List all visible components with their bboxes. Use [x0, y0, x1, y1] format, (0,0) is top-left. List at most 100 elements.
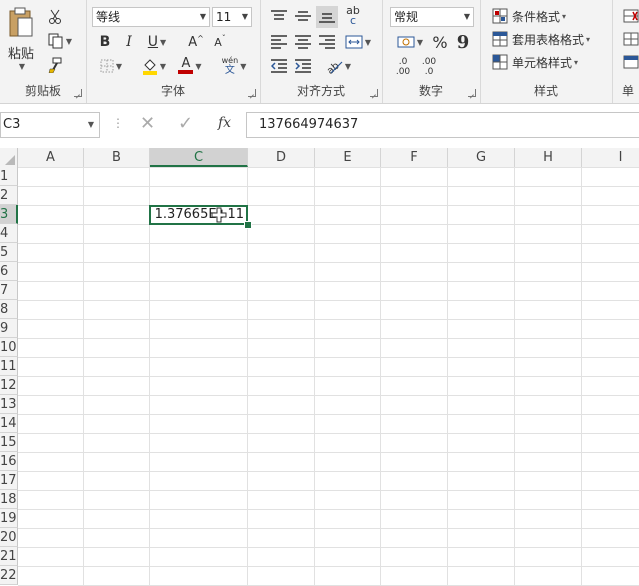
clipboard-launcher-icon[interactable]: [74, 89, 82, 97]
cell-styles-dropdown-icon[interactable]: ▾: [574, 58, 578, 67]
borders-button[interactable]: ▼: [94, 56, 128, 76]
align-middle-button[interactable]: [292, 6, 314, 26]
underline-button[interactable]: U ▼: [142, 32, 172, 52]
percent-button[interactable]: %: [430, 32, 450, 52]
align-bottom-button[interactable]: [316, 6, 338, 28]
format-as-table-dropdown-icon[interactable]: ▾: [586, 35, 590, 44]
accounting-dropdown-icon[interactable]: ▼: [417, 38, 423, 47]
phonetic-button[interactable]: wén 文 ▼: [216, 55, 252, 77]
row-header-20[interactable]: 20: [0, 528, 18, 547]
borders-dropdown-icon[interactable]: ▼: [116, 62, 122, 71]
fill-color-dropdown-icon[interactable]: ▼: [160, 62, 166, 71]
paste-button[interactable]: 粘贴 ▼: [2, 4, 40, 74]
increase-indent-button[interactable]: [292, 56, 314, 76]
number-format-select[interactable]: 常规 ▼: [390, 7, 474, 27]
font-size-dropdown-icon[interactable]: ▼: [242, 8, 248, 26]
font-size-select[interactable]: 11 ▼: [212, 7, 252, 27]
more-options-icon[interactable]: ⋮: [112, 116, 124, 130]
alignment-launcher-icon[interactable]: [370, 89, 378, 97]
copy-button[interactable]: ▼: [44, 32, 76, 50]
format-painter-button[interactable]: [46, 56, 64, 74]
row-header-18[interactable]: 18: [0, 490, 18, 509]
fill-color-button[interactable]: ▼: [138, 56, 170, 76]
row-header-21[interactable]: 21: [0, 547, 18, 566]
name-box[interactable]: C3 ▼: [0, 112, 100, 138]
align-left-button[interactable]: [268, 32, 290, 52]
cancel-icon[interactable]: ✕: [140, 113, 155, 134]
row-header-7[interactable]: 7: [0, 281, 18, 300]
format-as-table-button[interactable]: 套用表格格式 ▾: [492, 29, 612, 49]
conditional-dropdown-icon[interactable]: ▾: [562, 12, 566, 21]
italic-button[interactable]: I: [120, 32, 138, 52]
row-header-2[interactable]: 2: [0, 186, 18, 205]
column-header-c[interactable]: C: [150, 148, 248, 167]
font-color-button[interactable]: A ▼: [174, 56, 206, 76]
row-header-8[interactable]: 8: [0, 300, 18, 319]
insert-function-button[interactable]: fx: [218, 115, 231, 131]
delete-cells-button[interactable]: [622, 30, 639, 48]
active-cell-c3[interactable]: 1.37665E+11: [149, 205, 248, 225]
font-name-select[interactable]: 等线 ▼: [92, 7, 210, 27]
row-header-16[interactable]: 16: [0, 452, 18, 471]
row-header-1[interactable]: 1: [0, 167, 18, 186]
row-header-11[interactable]: 11: [0, 357, 18, 376]
select-all-button[interactable]: [0, 148, 18, 167]
row-header-4[interactable]: 4: [0, 224, 18, 243]
cells-area[interactable]: [18, 167, 639, 586]
paste-dropdown-icon[interactable]: ▼: [19, 62, 25, 71]
font-color-dropdown-icon[interactable]: ▼: [195, 62, 201, 71]
shrink-font-button[interactable]: Aˇ: [210, 32, 230, 52]
copy-dropdown-icon[interactable]: ▼: [66, 37, 72, 46]
column-header-d[interactable]: D: [248, 148, 315, 167]
row-header-22[interactable]: 22: [0, 566, 18, 585]
row-header-14[interactable]: 14: [0, 414, 18, 433]
formula-input[interactable]: 137664974637: [246, 112, 639, 138]
column-header-i[interactable]: I: [582, 148, 639, 167]
column-header-h[interactable]: H: [515, 148, 582, 167]
cut-button[interactable]: [46, 8, 64, 26]
fill-handle[interactable]: [244, 221, 252, 229]
align-center-button[interactable]: [292, 32, 314, 52]
align-top-button[interactable]: [268, 6, 290, 26]
row-header-6[interactable]: 6: [0, 262, 18, 281]
format-cells-button[interactable]: [622, 53, 639, 71]
number-launcher-icon[interactable]: [468, 89, 476, 97]
wrap-text-button[interactable]: ab c: [342, 4, 364, 28]
row-header-3[interactable]: 3: [0, 205, 18, 224]
number-format-dropdown-icon[interactable]: ▼: [464, 8, 470, 26]
font-launcher-icon[interactable]: [248, 89, 256, 97]
column-header-f[interactable]: F: [381, 148, 448, 167]
column-header-b[interactable]: B: [84, 148, 150, 167]
enter-icon[interactable]: ✓: [178, 113, 193, 134]
row-header-5[interactable]: 5: [0, 243, 18, 262]
bold-button[interactable]: B: [96, 32, 114, 52]
decrease-indent-button[interactable]: [268, 56, 290, 76]
accounting-format-button[interactable]: ▼: [392, 32, 428, 52]
column-header-e[interactable]: E: [315, 148, 381, 167]
row-header-12[interactable]: 12: [0, 376, 18, 395]
row-header-17[interactable]: 17: [0, 471, 18, 490]
column-header-a[interactable]: A: [18, 148, 84, 167]
name-box-dropdown-icon[interactable]: ▼: [88, 113, 94, 137]
row-header-10[interactable]: 10: [0, 338, 18, 357]
row-header-15[interactable]: 15: [0, 433, 18, 452]
phonetic-dropdown-icon[interactable]: ▼: [240, 62, 246, 71]
cell-styles-button[interactable]: 单元格样式 ▾: [492, 52, 608, 72]
decrease-decimal-button[interactable]: .00 .0: [418, 56, 440, 78]
grow-font-button[interactable]: A ^: [186, 32, 206, 52]
increase-decimal-button[interactable]: .0 .00: [392, 56, 414, 78]
underline-dropdown-icon[interactable]: ▼: [160, 38, 166, 47]
orientation-button[interactable]: ab ▼: [322, 56, 354, 76]
insert-cells-button[interactable]: [622, 7, 639, 25]
font-name-dropdown-icon[interactable]: ▼: [200, 8, 206, 26]
row-header-19[interactable]: 19: [0, 509, 18, 528]
merge-dropdown-icon[interactable]: ▼: [365, 38, 371, 47]
row-header-13[interactable]: 13: [0, 395, 18, 414]
orientation-dropdown-icon[interactable]: ▼: [345, 62, 351, 71]
column-header-g[interactable]: G: [448, 148, 515, 167]
align-right-button[interactable]: [316, 32, 338, 52]
conditional-formatting-button[interactable]: 条件格式 ▾: [492, 6, 608, 26]
comma-style-button[interactable]: 9: [454, 32, 472, 53]
row-header-9[interactable]: 9: [0, 319, 18, 338]
merge-center-button[interactable]: ▼: [342, 32, 374, 52]
